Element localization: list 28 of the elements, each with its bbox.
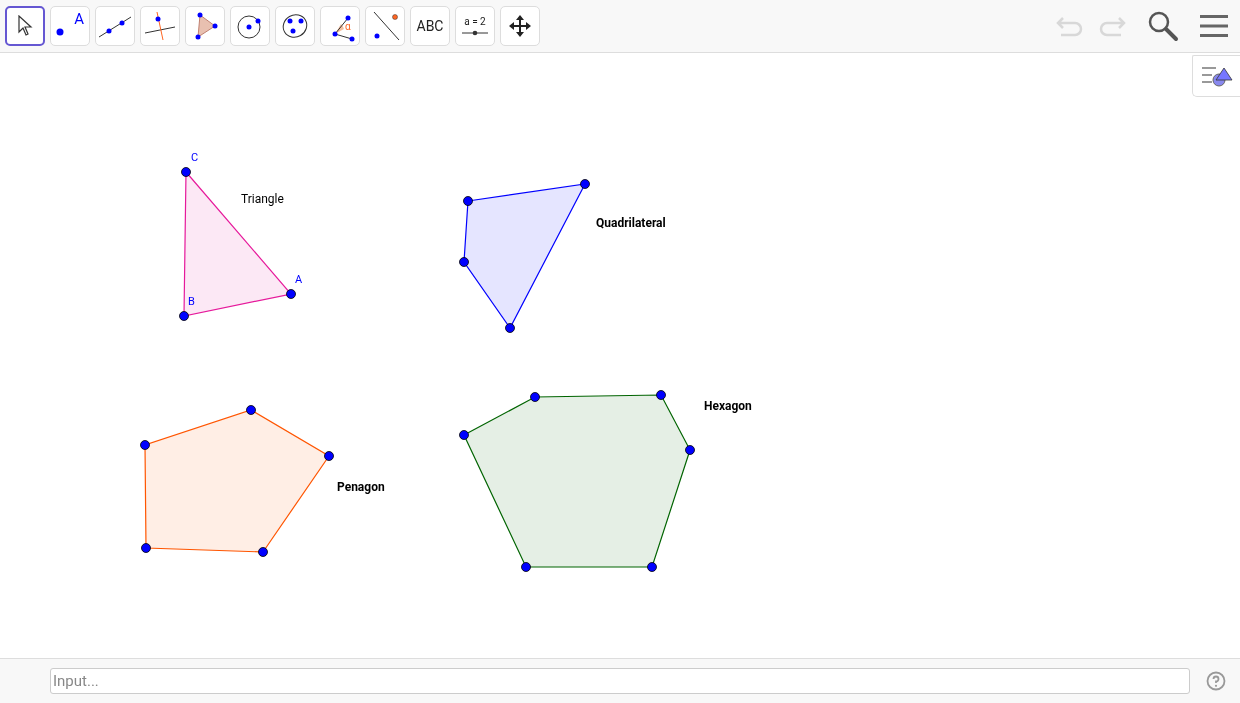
- perpendicular-line-icon: [143, 11, 177, 41]
- tool-button[interactable]: A: [50, 6, 90, 46]
- point-label: A: [295, 273, 303, 286]
- search-icon[interactable]: [1147, 10, 1179, 42]
- polygon[interactable]: [459, 179, 590, 333]
- shape-label: Penagon: [337, 480, 385, 494]
- slider-line-icon: [462, 29, 488, 36]
- circle-icon: [236, 12, 264, 40]
- shape-label: Hexagon: [704, 399, 752, 413]
- shape-label: Triangle: [241, 192, 284, 206]
- style-bar-toggle[interactable]: [1192, 55, 1240, 97]
- point-icon: [56, 28, 64, 36]
- polygon[interactable]: [179, 167, 296, 321]
- tool-button[interactable]: [5, 6, 45, 46]
- move-arrows-icon: [508, 14, 532, 38]
- arrow-cursor-icon: [17, 15, 33, 37]
- point-label: B: [188, 295, 195, 308]
- slider-tool-button[interactable]: a = 2: [455, 6, 495, 46]
- polygon[interactable]: [459, 390, 695, 572]
- point-label: C: [191, 151, 199, 164]
- angle-symbol: α: [345, 22, 351, 32]
- text-tool-button[interactable]: ABC: [410, 6, 450, 46]
- point-tool-label: A: [74, 9, 84, 30]
- help-icon[interactable]: [1206, 671, 1226, 691]
- ellipse-icon: [280, 12, 310, 40]
- shape-label: Quadrilateral: [596, 216, 666, 230]
- menu-icon[interactable]: [1199, 13, 1229, 39]
- input-field[interactable]: Input...: [50, 668, 1190, 694]
